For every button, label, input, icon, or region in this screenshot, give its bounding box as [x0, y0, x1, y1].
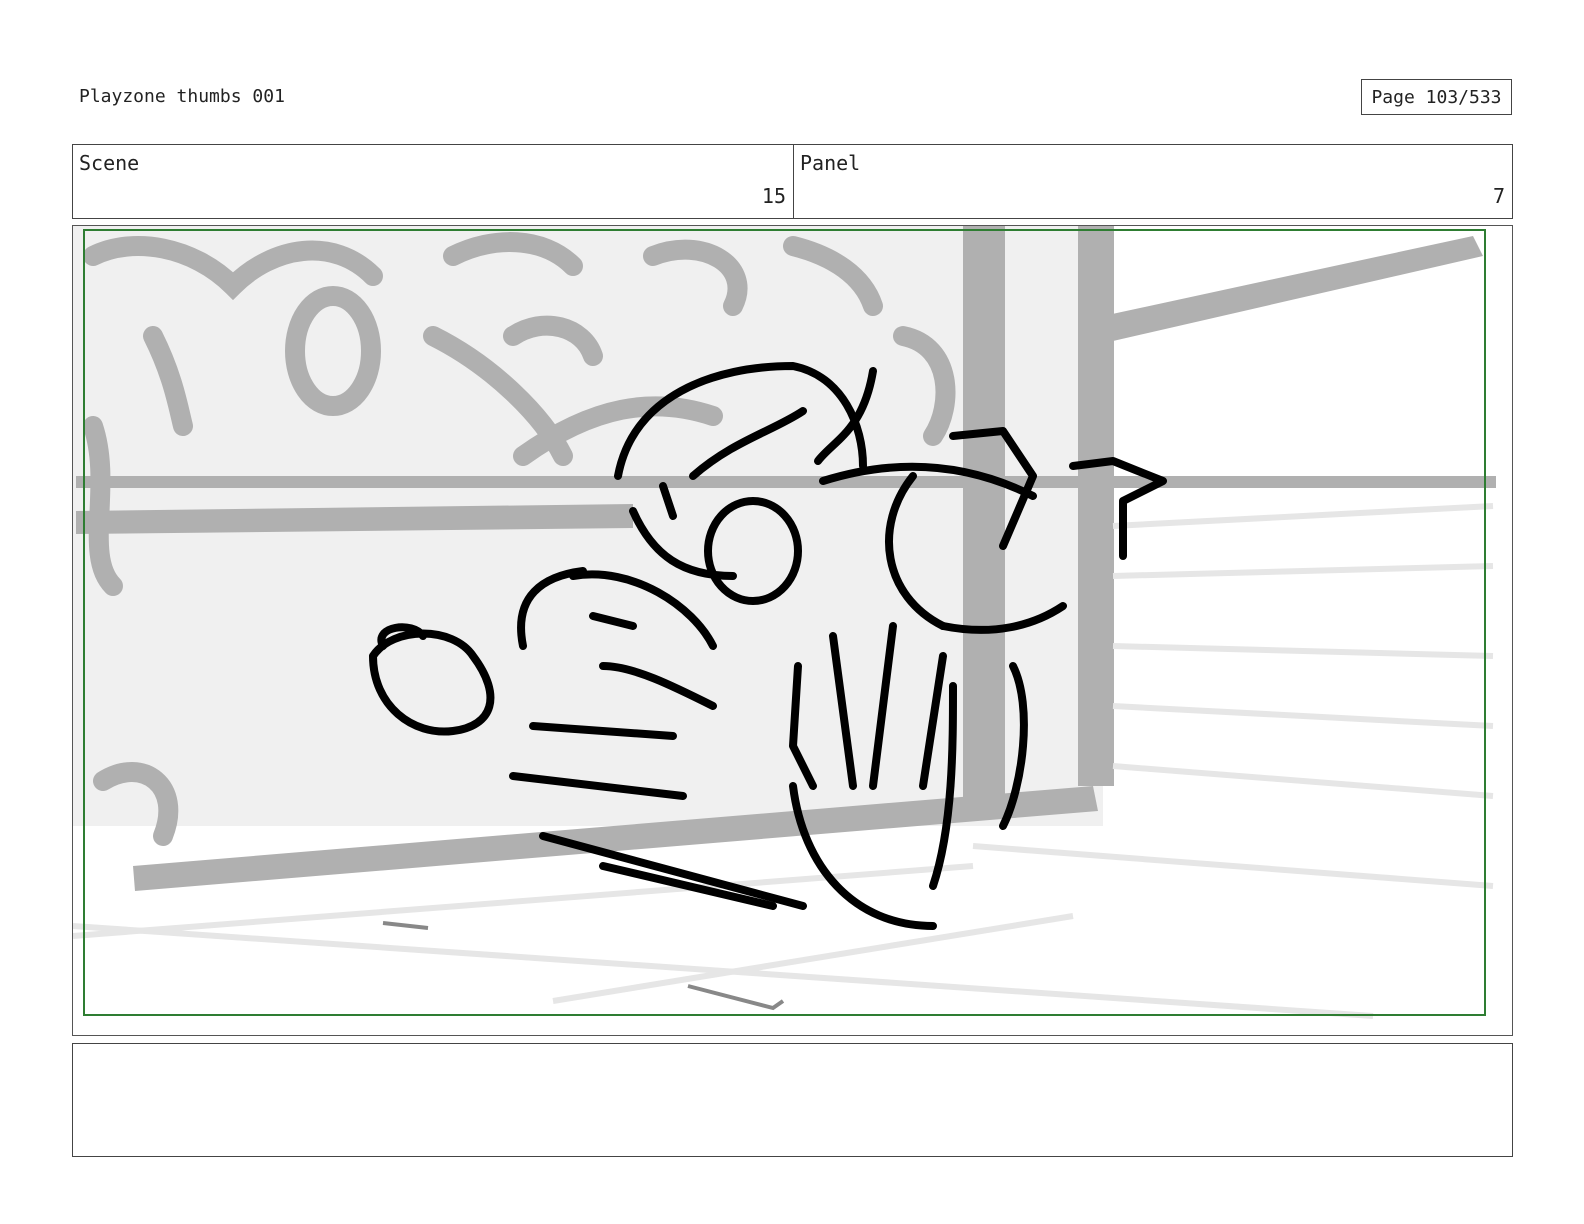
panel-label: Panel: [800, 151, 861, 175]
rail-top: [76, 476, 1496, 488]
panel-number: 7: [1492, 184, 1505, 208]
diagonal-beam: [1103, 236, 1483, 341]
scene-panel-info: Scene 15 Panel 7: [72, 144, 1513, 219]
storyboard-frame: [72, 225, 1513, 1036]
post-right: [1078, 226, 1114, 786]
notes-box[interactable]: [72, 1043, 1513, 1157]
storyboard-drawing: [73, 226, 1496, 1019]
scene-label: Scene: [79, 151, 140, 175]
scene-number: 15: [761, 184, 786, 208]
document-title: Playzone thumbs 001: [79, 86, 285, 107]
panel-cell: Panel 7: [794, 145, 1512, 218]
page-indicator: Page 103/533: [1361, 79, 1512, 115]
post-left: [963, 226, 1005, 816]
scene-cell: Scene 15: [73, 145, 794, 218]
